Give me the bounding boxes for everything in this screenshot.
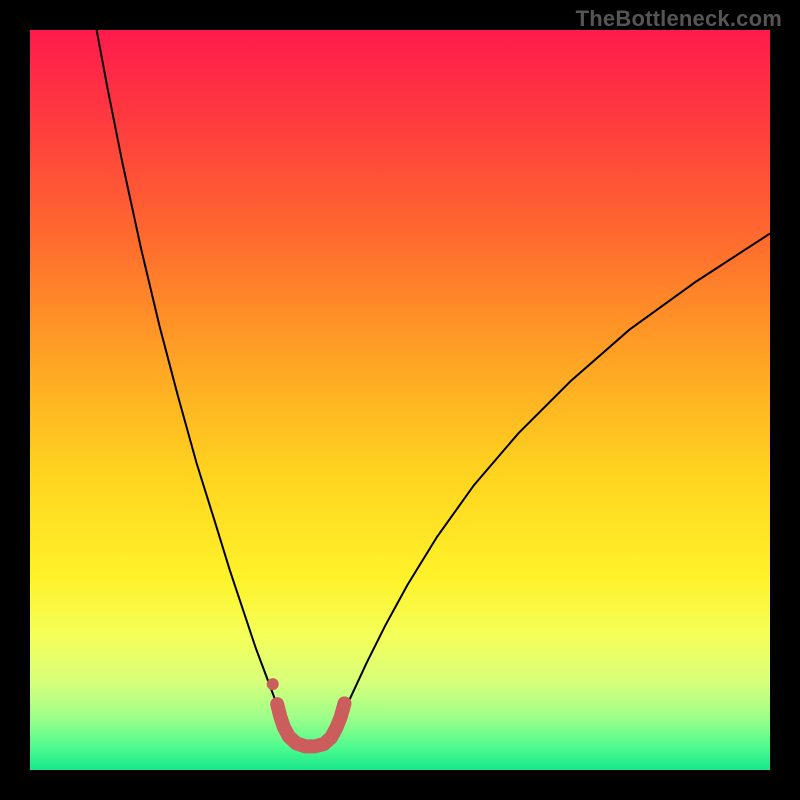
gradient-background [30, 30, 770, 770]
chart-frame [30, 30, 770, 770]
marker-layer [267, 678, 279, 690]
watermark-text: TheBottleneck.com [576, 6, 782, 32]
dot-top-left-u [267, 678, 279, 690]
bottleneck-curve-plot [30, 30, 770, 770]
